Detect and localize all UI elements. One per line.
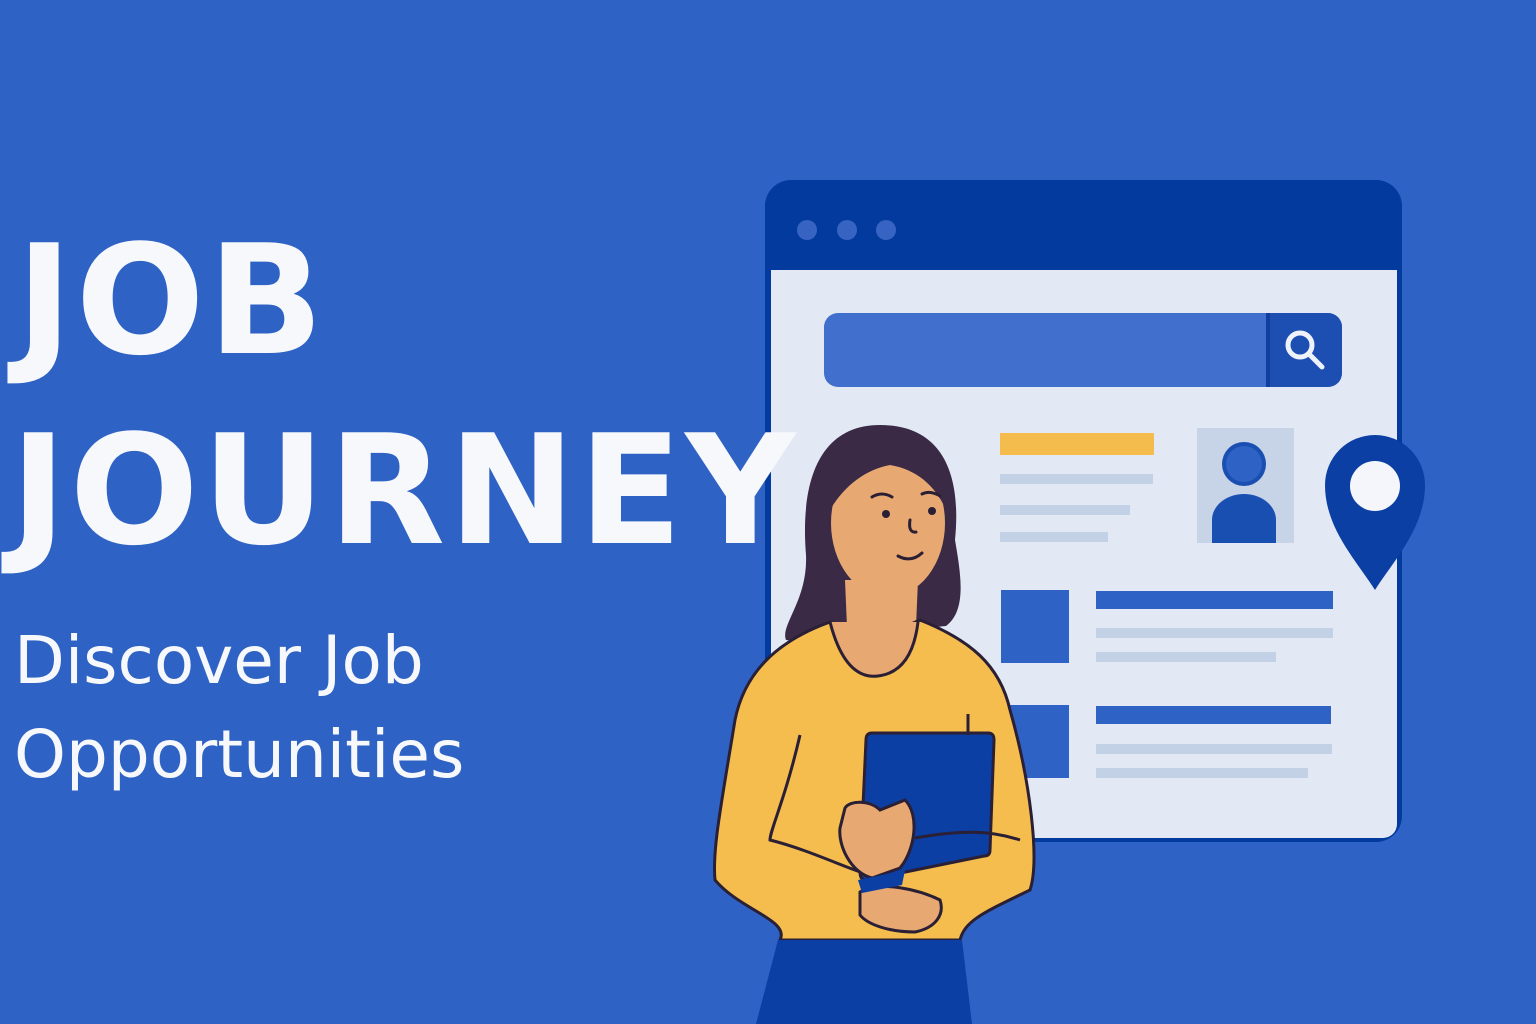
placeholder-line bbox=[1000, 532, 1108, 542]
placeholder-line bbox=[1096, 628, 1333, 638]
eye bbox=[882, 510, 890, 518]
placeholder-line bbox=[1000, 505, 1130, 515]
trousers bbox=[756, 940, 972, 1024]
eye bbox=[928, 507, 936, 515]
profile-highlight-line bbox=[1000, 433, 1154, 455]
placeholder-line bbox=[1096, 768, 1308, 778]
job-thumbnail bbox=[1001, 590, 1069, 663]
search-button bbox=[1268, 313, 1342, 387]
tagline-line-1: Discover Job bbox=[14, 622, 424, 699]
search-field bbox=[824, 313, 1342, 387]
window-dot bbox=[876, 220, 896, 240]
window-dot bbox=[797, 220, 817, 240]
search-bar bbox=[824, 313, 1342, 387]
window-dot bbox=[837, 220, 857, 240]
placeholder-line bbox=[1096, 744, 1332, 754]
placeholder-line bbox=[1000, 474, 1153, 484]
headline-line-1: JOB bbox=[16, 212, 327, 389]
tagline-line-2: Opportunities bbox=[14, 716, 465, 793]
placeholder-line bbox=[1096, 652, 1276, 662]
user-silhouette-icon bbox=[1197, 428, 1294, 543]
headline-line-2: JOURNEY bbox=[10, 402, 799, 579]
job-title-line bbox=[1096, 706, 1331, 724]
job-title-line bbox=[1096, 591, 1333, 609]
